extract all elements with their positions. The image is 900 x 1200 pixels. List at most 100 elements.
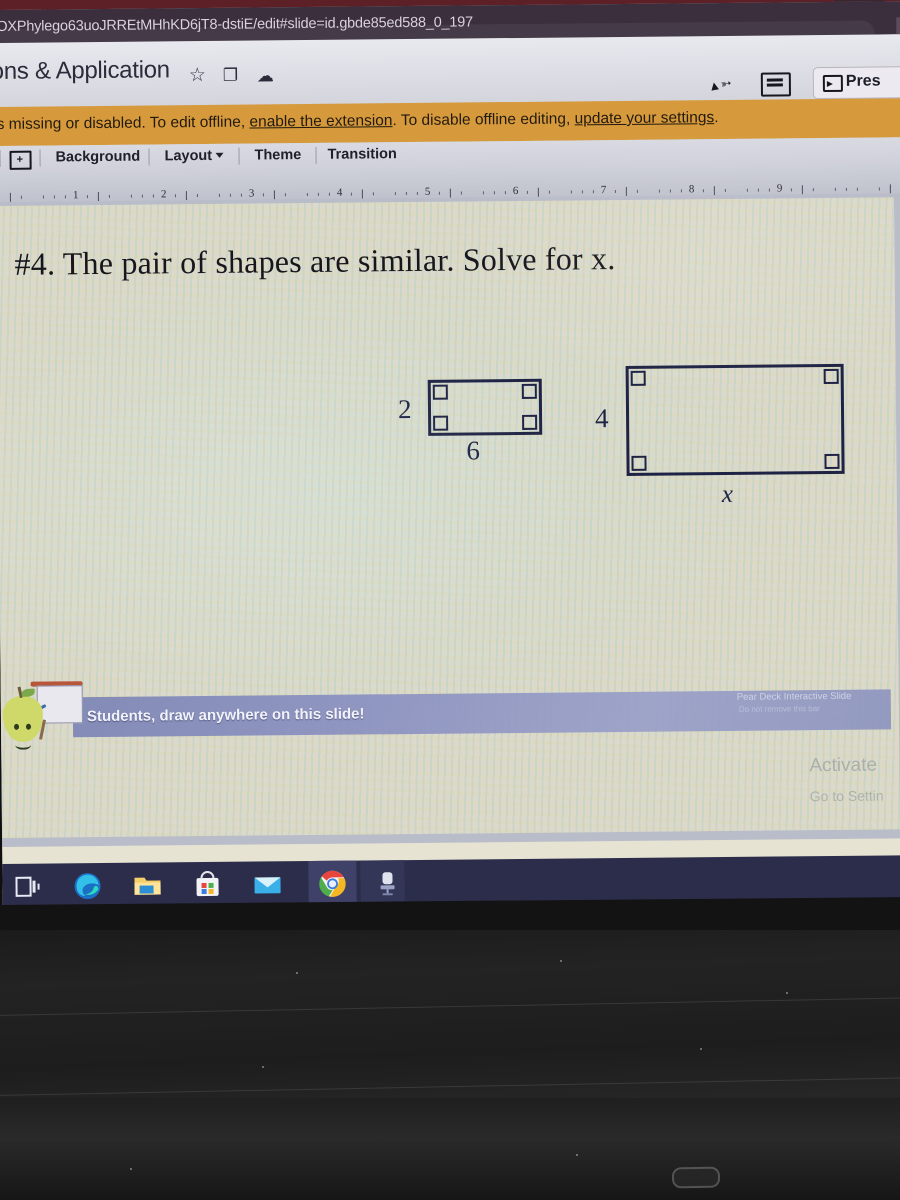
ruler-minor-tick (53, 195, 55, 199)
enable-extension-link[interactable]: enable the extension (249, 112, 392, 130)
ruler-minor-tick (504, 191, 506, 195)
ruler-minor-tick (361, 192, 363, 196)
photo-of-laptop-screen: OXPhylego63uoJRREtMHhKD6jT8-dstiE/edit#s… (0, 0, 900, 1200)
ruler-minor-tick (548, 190, 550, 194)
ruler-minor-tick (493, 191, 495, 195)
ruler-minor-tick (108, 194, 110, 198)
banner-text-2: . To disable offline editing, (392, 110, 575, 130)
ruler-minor-tick (801, 188, 803, 192)
ruler-minor-tick (845, 187, 847, 191)
toolbar-layout-label: Layout (164, 147, 213, 165)
banner-text-1: is missing or disabled. To edit offline, (0, 113, 250, 134)
ruler-minor-tick (20, 195, 22, 199)
present-button[interactable]: Pres (812, 66, 900, 100)
chrome-icon[interactable] (317, 869, 347, 899)
small-rect-width-label: 6 (466, 435, 481, 466)
ruler-minor-tick (757, 188, 759, 192)
ruler-minor-tick (130, 194, 132, 198)
comment-history-icon[interactable] (760, 72, 792, 97)
ruler-minor-tick (185, 194, 187, 198)
ruler-minor-tick (328, 192, 330, 196)
ruler-minor-tick (526, 190, 528, 194)
peardeck-mascot-icon (1, 681, 83, 750)
ruler-minor-tick (724, 188, 726, 192)
peardeck-prompt-text: Students, draw anywhere on this slide! (86, 705, 365, 726)
ruler-minor-tick (64, 195, 66, 199)
new-slide-icon[interactable]: + (9, 150, 32, 170)
ruler-minor-tick (812, 188, 814, 192)
banner-text-3: . (714, 109, 719, 127)
ruler-minor-tick (449, 191, 451, 195)
ruler-minor-tick (625, 189, 627, 193)
ruler-minor-tick (141, 194, 143, 198)
right-angle-mark (630, 370, 646, 386)
scanner-app-icon[interactable] (372, 868, 402, 898)
ruler-minor-tick (405, 192, 407, 196)
windows-activation-watermark-title: Activate (809, 754, 878, 777)
task-view-icon[interactable] (12, 872, 42, 902)
ruler-minor-tick (196, 194, 198, 198)
large-rectangle[interactable] (625, 363, 845, 476)
ruler-minor-tick (218, 193, 220, 197)
edge-icon[interactable] (72, 871, 102, 901)
ruler-minor-tick (273, 193, 275, 197)
microsoft-store-icon[interactable] (192, 870, 222, 900)
ruler-minor-tick (856, 187, 858, 191)
ruler-minor-tick (768, 188, 770, 192)
ruler-minor-tick (86, 195, 88, 199)
right-angle-mark (433, 415, 449, 431)
slide-title-text[interactable]: #4. The pair of shapes are similar. Solv… (14, 240, 615, 283)
right-angle-mark (521, 383, 537, 399)
laptop-front-edge (0, 1098, 900, 1200)
update-settings-link[interactable]: update your settings (575, 109, 715, 127)
ruler-minor-tick (889, 187, 891, 191)
ruler-label: 8 (688, 183, 695, 196)
ruler-minor-tick (416, 191, 418, 195)
toolbar-layout-button[interactable]: Layout (164, 147, 224, 165)
screen-moire-overlay (0, 197, 900, 838)
ruler-minor-tick (372, 192, 374, 196)
ruler-minor-tick (581, 190, 583, 194)
toolbar-theme-button[interactable]: Theme (254, 147, 301, 163)
move-to-folder-icon[interactable]: ❐ (223, 66, 238, 85)
large-rect-height-label: 4 (594, 403, 609, 434)
small-rect-height-label: 2 (397, 394, 412, 425)
ruler-minor-tick (394, 192, 396, 196)
ruler-minor-tick (713, 189, 715, 193)
ruler-minor-tick (460, 191, 462, 195)
toolbar-background-button[interactable]: Background (55, 149, 140, 166)
file-explorer-icon[interactable] (132, 870, 162, 900)
mail-icon[interactable] (252, 869, 282, 899)
peardeck-brand-sublabel: Do not remove this bar (738, 704, 820, 714)
ruler-minor-tick (746, 188, 748, 192)
ruler-minor-tick (790, 188, 792, 192)
toolbar-transition-button[interactable]: Transition (327, 146, 396, 163)
ruler-label: 3 (248, 187, 255, 200)
ruler-minor-tick (229, 193, 231, 197)
windows-activation-watermark-sub: Go to Settin (809, 787, 884, 805)
ruler-minor-tick (152, 194, 154, 198)
cloud-status-icon[interactable]: ☁ (257, 66, 274, 85)
ruler-minor-tick (658, 189, 660, 193)
ruler-minor-tick (702, 189, 704, 193)
ruler-minor-tick (317, 192, 319, 196)
ruler-minor-tick (482, 191, 484, 195)
small-rectangle[interactable] (427, 378, 543, 436)
ruler-minor-tick (262, 193, 264, 197)
ruler-minor-tick (350, 192, 352, 196)
ruler-minor-tick (284, 193, 286, 197)
ruler-minor-tick (570, 190, 572, 194)
large-rect-width-label: x (721, 480, 734, 509)
slide-surface[interactable] (0, 197, 900, 838)
ruler-label: 4 (336, 186, 343, 199)
ruler-minor-tick (537, 190, 539, 194)
ruler-minor-tick (174, 194, 176, 198)
chevron-down-icon (215, 152, 224, 158)
star-icon[interactable]: ☆ (189, 65, 206, 86)
ruler-minor-tick (97, 195, 99, 199)
ruler-label: 2 (160, 188, 167, 201)
present-icon (822, 74, 843, 93)
ruler-minor-tick (669, 189, 671, 193)
document-title[interactable]: ons & Application (0, 56, 170, 86)
peardeck-brand-label: Pear Deck Interactive Slide (736, 690, 852, 703)
